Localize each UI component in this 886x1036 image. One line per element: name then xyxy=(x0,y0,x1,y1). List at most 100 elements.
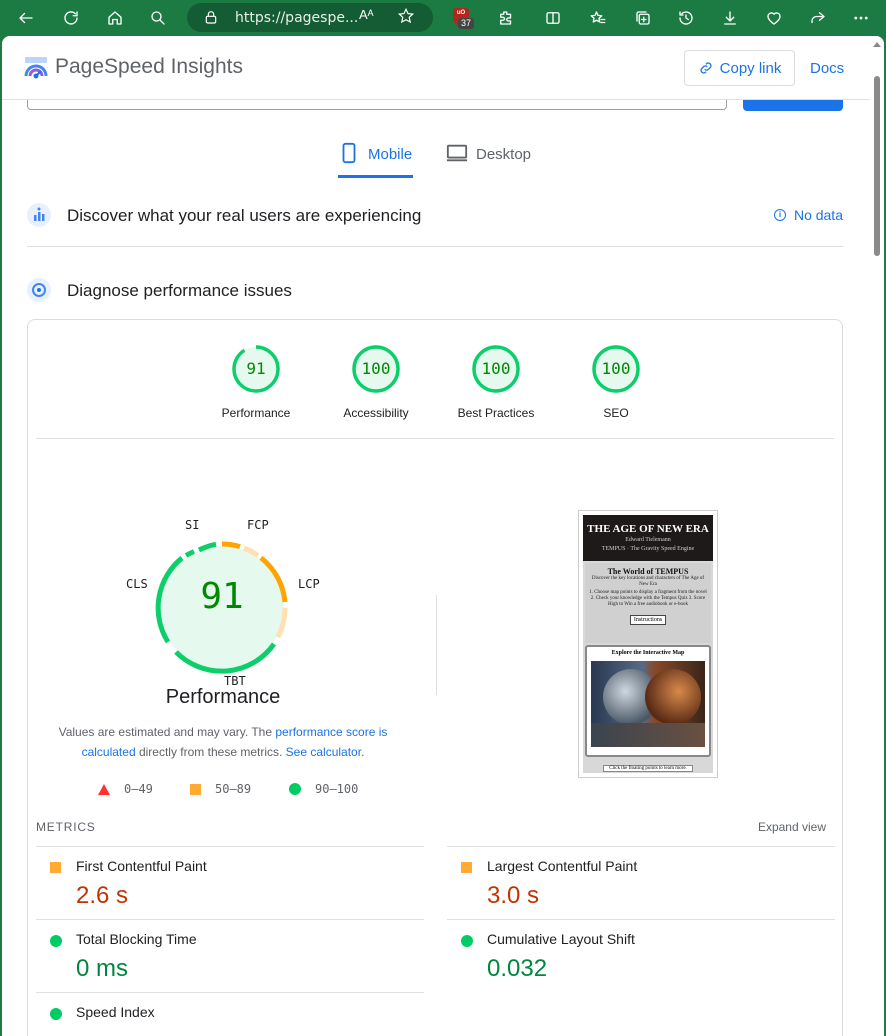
screenshot-title: THE AGE OF NEW ERA xyxy=(587,523,709,535)
score-label: Best Practices xyxy=(457,406,535,420)
gauge-label-fcp: FCP xyxy=(247,518,269,532)
lighthouse-report-card: 91 Performance 100 Accessibility 100 Bes… xyxy=(27,319,843,1036)
pass-circle-icon xyxy=(461,935,473,947)
docs-link[interactable]: Docs xyxy=(810,60,844,77)
average-square-icon xyxy=(190,783,201,795)
metric-lcp: Largest Contentful Paint 3.0 s xyxy=(447,846,835,919)
legend-fail: 0–49 xyxy=(98,782,153,796)
legend-pass: 90–100 xyxy=(289,782,358,796)
metrics-heading: METRICS xyxy=(36,820,96,834)
pass-circle-icon xyxy=(50,1008,62,1020)
crux-users-icon xyxy=(27,203,51,227)
gauge-label-si: SI xyxy=(185,518,200,532)
copy-link-button[interactable]: Copy link xyxy=(684,50,795,86)
link-icon xyxy=(700,62,712,74)
tab-desktop-label: Desktop xyxy=(476,146,532,163)
screenshot-planets-image xyxy=(591,661,705,747)
back-icon[interactable] xyxy=(14,6,38,30)
legend-average-label: 50–89 xyxy=(215,782,252,796)
disclaimer-text: Values are estimated and may vary. The xyxy=(58,725,276,739)
mobile-phone-icon xyxy=(342,142,356,164)
metric-si: Speed Index xyxy=(36,992,424,1036)
url-text[interactable]: https://pagespe... xyxy=(235,10,358,26)
browser-essentials-icon[interactable] xyxy=(762,6,786,30)
fail-triangle-icon xyxy=(98,783,110,795)
search-icon[interactable] xyxy=(146,6,170,30)
info-icon: i xyxy=(773,209,786,221)
metric-name: Speed Index xyxy=(76,1004,155,1020)
score-label: SEO xyxy=(603,406,629,420)
screenshot-map-heading: Explore the Interactive Map xyxy=(611,650,685,656)
performance-title: Performance xyxy=(165,686,281,708)
card-divider xyxy=(36,438,834,439)
score-value: 100 xyxy=(361,359,391,378)
score-gauge-performance[interactable]: 91 Performance xyxy=(206,344,306,420)
metric-value: 0.032 xyxy=(487,955,548,982)
metric-name: Cumulative Layout Shift xyxy=(487,931,635,947)
metric-name: First Contentful Paint xyxy=(76,858,207,874)
metric-fcp: First Contentful Paint 2.6 s xyxy=(36,846,424,919)
lock-icon xyxy=(203,9,219,30)
lighthouse-diagnose-icon xyxy=(27,278,51,302)
brand-title[interactable]: PageSpeed Insights xyxy=(55,55,243,79)
refresh-icon[interactable] xyxy=(59,6,83,30)
extensions-puzzle-icon[interactable] xyxy=(494,6,518,30)
see-calculator-link[interactable]: See calculator xyxy=(286,745,361,759)
page-screenshot-thumbnail[interactable]: THE AGE OF NEW ERA Edward Tielemann TEMP… xyxy=(578,510,718,778)
score-value: 100 xyxy=(481,359,511,378)
no-data-label: No data xyxy=(793,207,843,223)
collections-icon[interactable] xyxy=(631,6,655,30)
score-value: 91 xyxy=(246,359,266,378)
vertical-divider xyxy=(436,595,437,695)
expand-view-button[interactable]: Expand view xyxy=(758,820,826,834)
score-gauge-seo[interactable]: 100 SEO xyxy=(566,344,666,420)
pass-circle-icon xyxy=(289,783,301,795)
screenshot-author: Edward Tielemann xyxy=(625,537,671,543)
average-square-icon xyxy=(461,862,472,873)
scrollbar-thumb[interactable] xyxy=(874,76,880,256)
screenshot-steps: 1. Choose map points to display a fragme… xyxy=(589,590,707,607)
pagespeed-logo-icon xyxy=(24,57,48,79)
address-bar[interactable]: https://pagespe... Aᴬ xyxy=(187,3,433,32)
section-divider xyxy=(27,246,843,247)
copy-link-label: Copy link xyxy=(719,59,782,77)
score-gauge-accessibility[interactable]: 100 Accessibility xyxy=(326,344,426,420)
history-icon[interactable] xyxy=(674,6,698,30)
screenshot-subtitle: TEMPUS · The Gravity Speed Engine xyxy=(601,546,695,552)
screenshot-hero: THE AGE OF NEW ERA Edward Tielemann TEMP… xyxy=(583,515,713,561)
favorite-star-icon[interactable] xyxy=(397,7,415,30)
screenshot-footer: Click the floating points to learn more. xyxy=(603,765,693,772)
score-label: Performance xyxy=(221,406,291,420)
screenshot-instructions-button: Instructions xyxy=(629,615,667,625)
tab-mobile[interactable]: Mobile xyxy=(338,142,413,178)
diagnose-section: Diagnose performance issues xyxy=(27,278,843,308)
metric-name: Largest Contentful Paint xyxy=(487,858,638,874)
metric-tbt: Total Blocking Time 0 ms xyxy=(36,919,424,992)
tab-desktop[interactable]: Desktop xyxy=(446,142,531,178)
read-aloud-icon[interactable]: Aᴬ xyxy=(359,7,374,22)
no-data-link[interactable]: i No data xyxy=(773,207,843,223)
metric-value: 2.6 s xyxy=(76,882,129,909)
metric-value: 3.0 s xyxy=(487,882,540,909)
home-icon[interactable] xyxy=(103,6,127,30)
downloads-icon[interactable] xyxy=(718,6,742,30)
browser-toolbar: https://pagespe... Aᴬ uO 37 xyxy=(0,0,886,36)
screenshot-world-box: The World of TEMPUS Discover the key loc… xyxy=(585,563,711,643)
split-screen-icon[interactable] xyxy=(541,6,565,30)
score-gauge-best-practices[interactable]: 100 Best Practices xyxy=(446,344,546,420)
page-content: PageSpeed Insights Copy link Docs Mobile… xyxy=(2,36,884,1036)
legend-pass-label: 90–100 xyxy=(315,782,359,796)
real-users-section: Discover what your real users are experi… xyxy=(27,203,843,233)
page-scrollbar[interactable] xyxy=(870,36,884,1036)
legend-average: 50–89 xyxy=(190,782,251,796)
desktop-monitor-icon xyxy=(446,144,468,162)
more-menu-icon[interactable] xyxy=(849,6,873,30)
tab-mobile-label: Mobile xyxy=(368,146,413,163)
share-icon[interactable] xyxy=(806,6,830,30)
disclaimer-text: directly from these metrics. xyxy=(135,745,286,759)
screenshot-world-text: Discover the key locations and character… xyxy=(591,576,705,587)
favorites-icon[interactable] xyxy=(586,6,610,30)
scroll-up-arrow-icon[interactable] xyxy=(873,42,881,47)
gauge-label-cls: CLS xyxy=(126,577,148,591)
score-value: 100 xyxy=(601,359,631,378)
